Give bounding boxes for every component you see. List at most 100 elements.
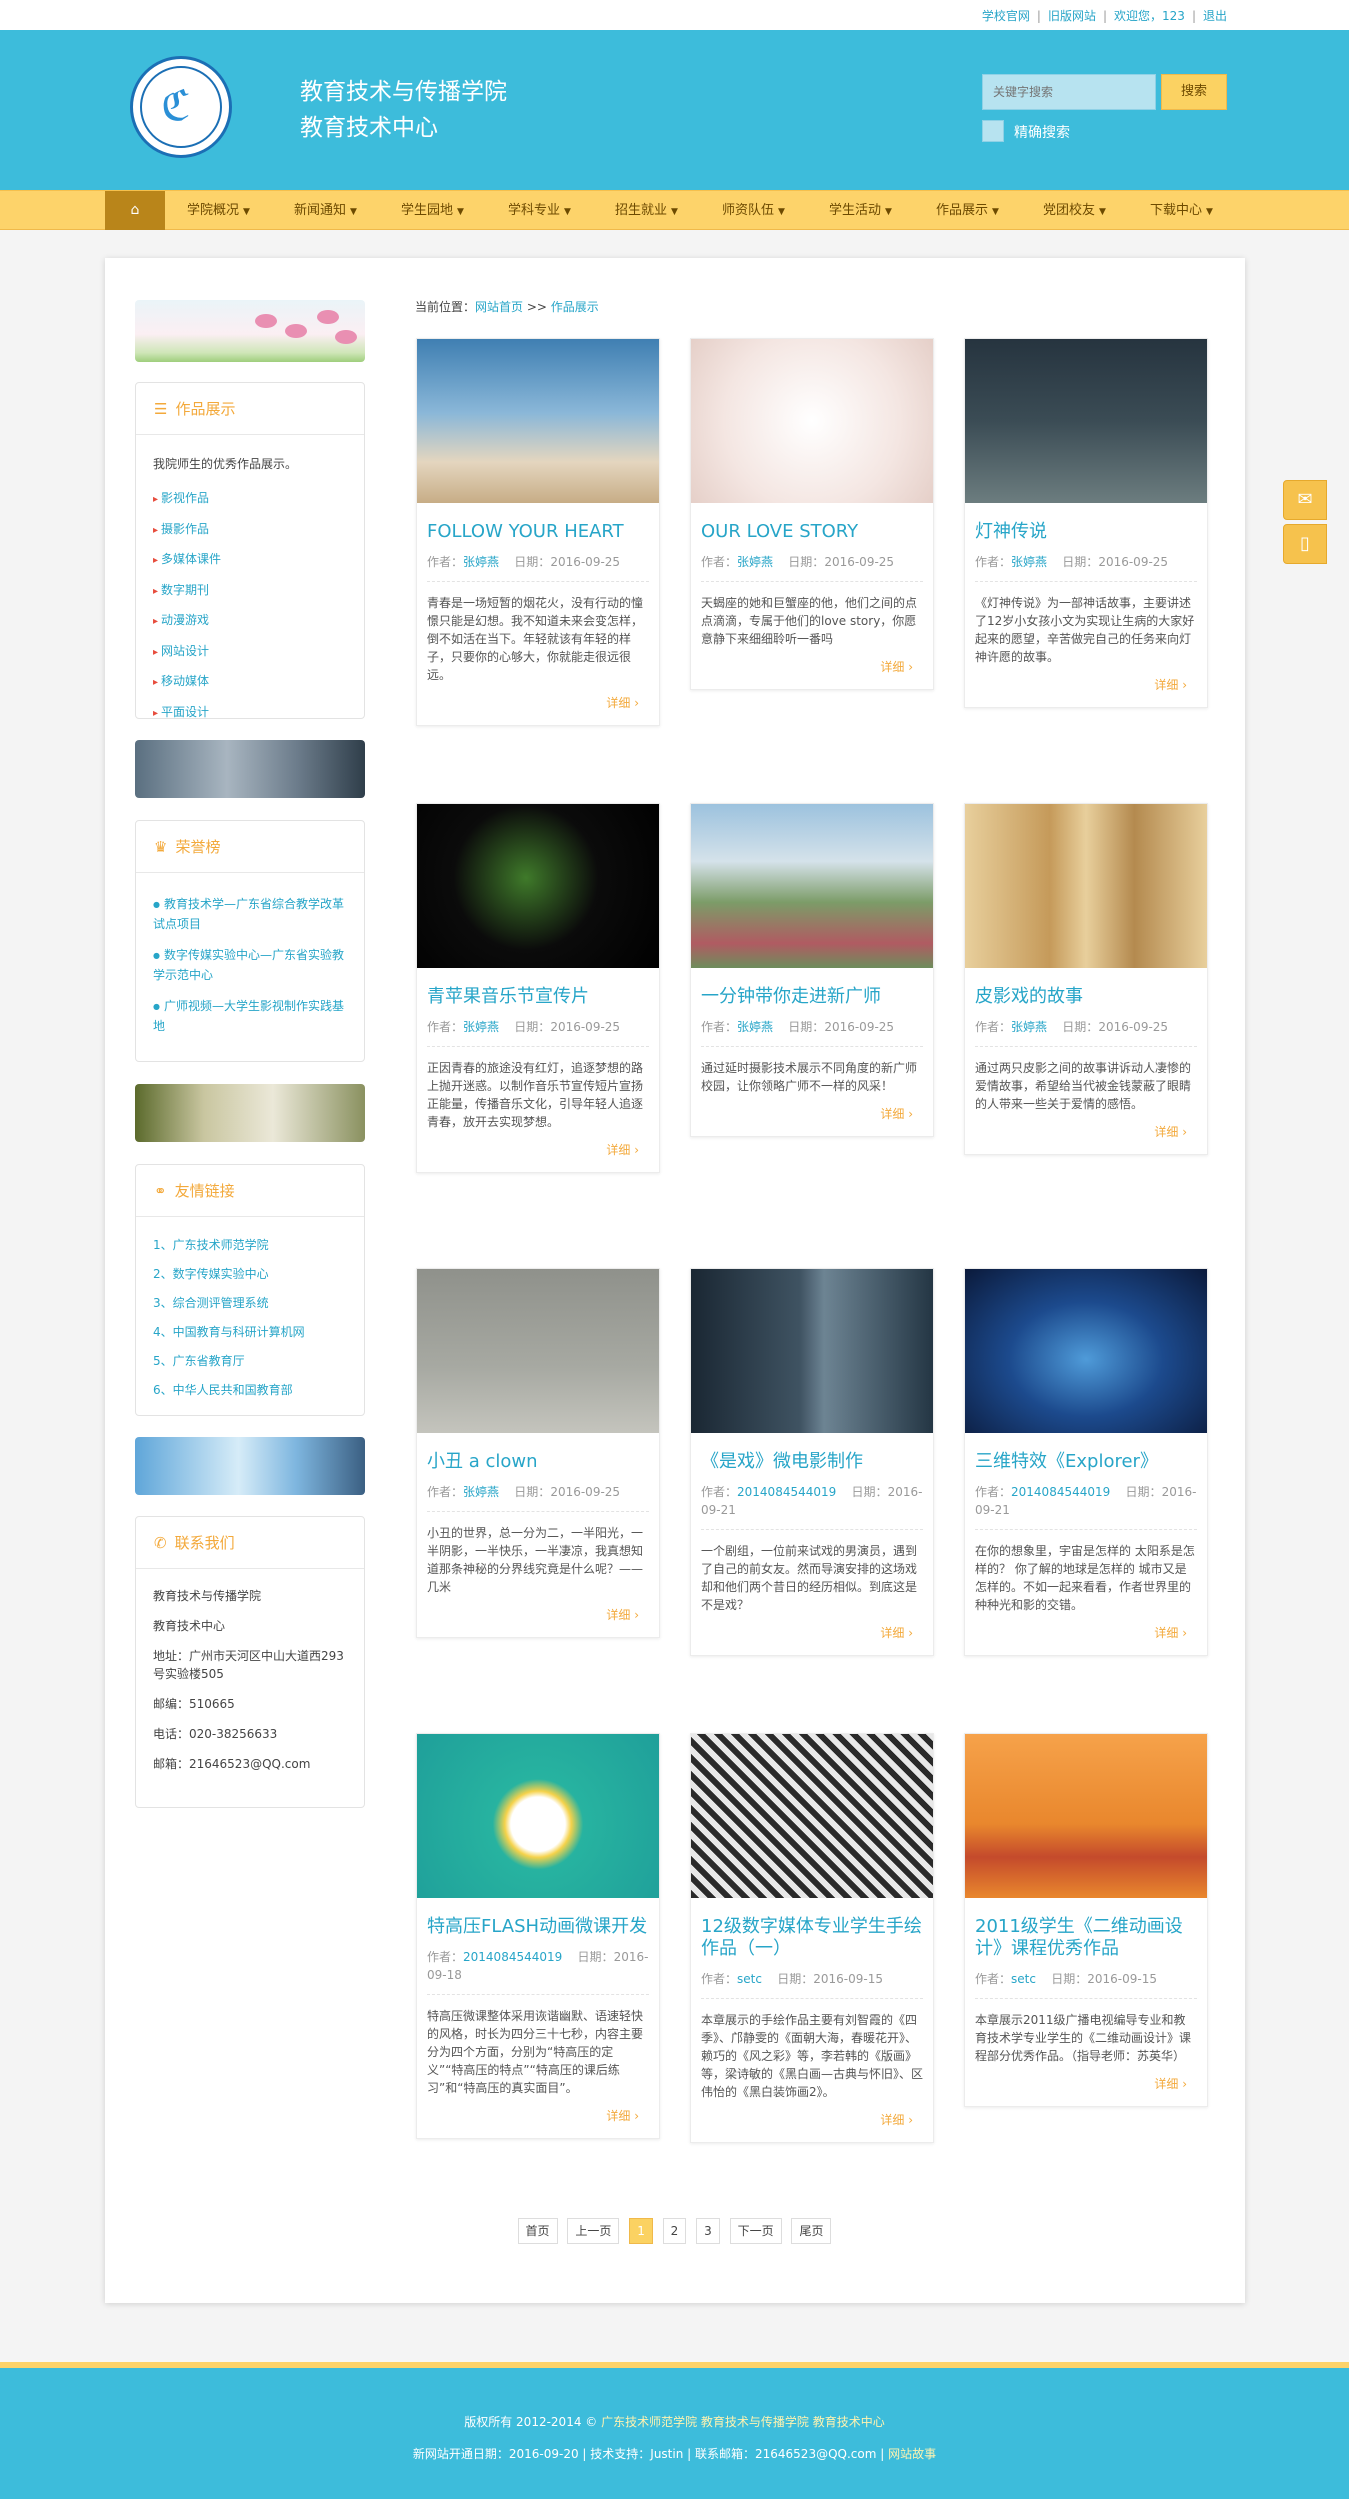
home-icon[interactable]: ⌂ — [105, 191, 165, 230]
nav-item-alumni[interactable]: 党团校友 ▼ — [1021, 191, 1128, 232]
footer-college-links[interactable]: 广东技术师范学院 教育技术与传播学院 教育技术中心 — [601, 2415, 885, 2429]
work-card[interactable]: 2011级学生《二维动画设计》课程优秀作品 作者：setc 日期：2016-09… — [964, 1733, 1208, 2107]
mobile-icon[interactable]: ▯ — [1283, 524, 1327, 564]
works-category-item[interactable]: 影视作品 — [153, 484, 347, 515]
work-more-link[interactable]: 详细 › — [965, 666, 1207, 707]
work-title[interactable]: OUR LOVE STORY — [691, 503, 933, 543]
search-button[interactable]: 搜索 — [1161, 74, 1227, 110]
computer-lab-banner-image[interactable] — [135, 740, 365, 798]
work-more-link[interactable]: 详细 › — [417, 684, 659, 725]
work-card[interactable]: 青苹果音乐节宣传片 作者：张婷燕 日期：2016-09-25 正因青春的旅途没有… — [416, 803, 660, 1173]
prev-page-button[interactable]: 上一页 — [567, 2218, 620, 2244]
honor-item[interactable]: 教育技术学—广东省综合教学改革试点项目 — [153, 895, 347, 933]
search-input[interactable] — [982, 74, 1156, 110]
work-more-link[interactable]: 详细 › — [417, 1596, 659, 1637]
work-card[interactable]: 特高压FLASH动画微课开发 作者：2014084544019 日期：2016-… — [416, 1733, 660, 2139]
nav-item-news[interactable]: 新闻通知 ▼ — [272, 191, 379, 232]
work-card[interactable]: 一分钟带你走进新广师 作者：张婷燕 日期：2016-09-25 通过延时摄影技术… — [690, 803, 934, 1137]
work-more-link[interactable]: 详细 › — [691, 648, 933, 689]
work-more-link[interactable]: 详细 › — [691, 1095, 933, 1136]
college-logo[interactable]: ℭ — [130, 56, 232, 158]
work-thumbnail[interactable] — [417, 1734, 659, 1898]
work-thumbnail[interactable] — [691, 339, 933, 503]
work-card[interactable]: 《是戏》微电影制作 作者：2014084544019 日期：2016-09-21… — [690, 1268, 934, 1656]
work-title[interactable]: 青苹果音乐节宣传片 — [417, 968, 659, 1008]
works-category-item[interactable]: 摄影作品 — [153, 515, 347, 546]
breadcrumb-current-link[interactable]: 作品展示 — [551, 300, 599, 314]
old-site-link[interactable]: 旧版网站 — [1048, 9, 1096, 23]
work-thumbnail[interactable] — [965, 804, 1207, 968]
friend-link[interactable]: 2、数字传媒实验中心 — [153, 1260, 347, 1289]
welcome-user-link[interactable]: 欢迎您，123 — [1114, 9, 1185, 23]
nav-item-admissions[interactable]: 招生就业 ▼ — [593, 191, 700, 232]
nav-item-about[interactable]: 学院概况 ▼ — [165, 191, 272, 232]
work-more-link[interactable]: 详细 › — [417, 1131, 659, 1172]
honor-item[interactable]: 数字传媒实验中心—广东省实验教学示范中心 — [153, 946, 347, 984]
work-title[interactable]: 灯神传说 — [965, 503, 1207, 543]
work-card[interactable]: 小丑 a clown 作者：张婷燕 日期：2016-09-25 小丑的世界，总一… — [416, 1268, 660, 1638]
work-more-link[interactable]: 详细 › — [965, 2065, 1207, 2106]
friend-link[interactable]: 6、中华人民共和国教育部 — [153, 1376, 347, 1405]
work-card[interactable]: 皮影戏的故事 作者：张婷燕 日期：2016-09-25 通过两只皮影之间的故事讲… — [964, 803, 1208, 1155]
work-card[interactable]: FOLLOW YOUR HEART 作者：张婷燕 日期：2016-09-25 青… — [416, 338, 660, 726]
next-page-button[interactable]: 下一页 — [729, 2218, 782, 2244]
logout-link[interactable]: 退出 — [1203, 9, 1227, 23]
work-thumbnail[interactable] — [965, 1734, 1207, 1898]
works-category-item[interactable]: 网站设计 — [153, 637, 347, 668]
work-thumbnail[interactable] — [965, 1269, 1207, 1433]
work-thumbnail[interactable] — [691, 1734, 933, 1898]
work-title[interactable]: 三维特效《Explorer》 — [965, 1433, 1207, 1473]
work-title[interactable]: 小丑 a clown — [417, 1433, 659, 1473]
works-category-item[interactable]: 动漫游戏 — [153, 606, 347, 637]
honor-item[interactable]: 广师视频—大学生影视制作实践基地 — [153, 997, 347, 1035]
studio-banner-image[interactable] — [135, 1084, 365, 1142]
camera-banner-image[interactable] — [135, 1437, 365, 1495]
work-more-link[interactable]: 详细 › — [965, 1614, 1207, 1655]
work-card[interactable]: 三维特效《Explorer》 作者：2014084544019 日期：2016-… — [964, 1268, 1208, 1656]
work-title[interactable]: 一分钟带你走进新广师 — [691, 968, 933, 1008]
page-2-button[interactable]: 2 — [662, 2218, 687, 2244]
first-page-button[interactable]: 首页 — [517, 2218, 558, 2244]
work-title[interactable]: 12级数字媒体专业学生手绘作品（一） — [691, 1898, 933, 1960]
works-category-item[interactable]: 平面设计 — [153, 698, 347, 729]
work-more-link[interactable]: 详细 › — [691, 2101, 933, 2142]
friend-link[interactable]: 3、综合测评管理系统 — [153, 1289, 347, 1318]
page-3-button[interactable]: 3 — [696, 2218, 720, 2244]
nav-item-works[interactable]: 作品展示 ▼ — [914, 191, 1021, 232]
page-1-button[interactable]: 1 — [629, 2218, 653, 2244]
work-title[interactable]: 皮影戏的故事 — [965, 968, 1207, 1008]
work-more-link[interactable]: 详细 › — [691, 1614, 933, 1655]
work-more-link[interactable]: 详细 › — [417, 2097, 659, 2138]
work-thumbnail[interactable] — [417, 339, 659, 503]
nav-item-faculty[interactable]: 师资队伍 ▼ — [700, 191, 807, 232]
nav-item-students[interactable]: 学生园地 ▼ — [379, 191, 486, 232]
nav-item-majors[interactable]: 学科专业 ▼ — [486, 191, 593, 232]
friend-link[interactable]: 4、中国教育与科研计算机网 — [153, 1318, 347, 1347]
work-card[interactable]: 12级数字媒体专业学生手绘作品（一） 作者：setc 日期：2016-09-15… — [690, 1733, 934, 2143]
work-title[interactable]: 特高压FLASH动画微课开发 — [417, 1898, 659, 1938]
friend-link[interactable]: 5、广东省教育厅 — [153, 1347, 347, 1376]
work-thumbnail[interactable] — [965, 339, 1207, 503]
works-category-item[interactable]: 多媒体课件 — [153, 545, 347, 576]
work-card[interactable]: OUR LOVE STORY 作者：张婷燕 日期：2016-09-25 天蝎座的… — [690, 338, 934, 690]
last-page-button[interactable]: 尾页 — [791, 2218, 832, 2244]
work-thumbnail[interactable] — [691, 804, 933, 968]
site-story-link[interactable]: 网站故事 — [888, 2447, 936, 2461]
works-category-item[interactable]: 数字期刊 — [153, 576, 347, 607]
works-category-item[interactable]: 移动媒体 — [153, 667, 347, 698]
work-more-link[interactable]: 详细 › — [965, 1113, 1207, 1154]
friend-link[interactable]: 1、广东技术师范学院 — [153, 1231, 347, 1260]
wechat-icon[interactable]: ✉ — [1283, 480, 1327, 520]
work-thumbnail[interactable] — [691, 1269, 933, 1433]
exact-search-checkbox[interactable] — [982, 120, 1004, 142]
nav-item-activities[interactable]: 学生活动 ▼ — [807, 191, 914, 232]
work-title[interactable]: 2011级学生《二维动画设计》课程优秀作品 — [965, 1898, 1207, 1960]
nav-item-downloads[interactable]: 下载中心 ▼ — [1128, 191, 1235, 232]
work-thumbnail[interactable] — [417, 1269, 659, 1433]
work-card[interactable]: 灯神传说 作者：张婷燕 日期：2016-09-25 《灯神传说》为一部神话故事，… — [964, 338, 1208, 708]
work-thumbnail[interactable] — [417, 804, 659, 968]
work-title[interactable]: FOLLOW YOUR HEART — [417, 503, 659, 543]
school-site-link[interactable]: 学校官网 — [982, 9, 1030, 23]
work-title[interactable]: 《是戏》微电影制作 — [691, 1433, 933, 1473]
breadcrumb-home-link[interactable]: 网站首页 — [475, 300, 523, 314]
